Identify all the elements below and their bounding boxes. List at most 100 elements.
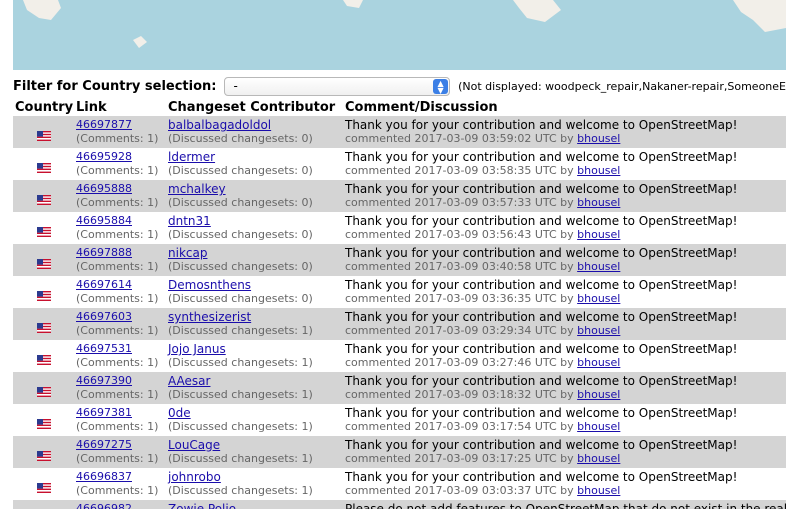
comment-meta: commented 2017-03-09 03:29:34 UTC by bho… [345, 324, 737, 338]
changeset-link[interactable]: 46697381 [76, 406, 158, 420]
contributor-link[interactable]: 0de [168, 406, 313, 420]
comment-cell: Thank you for your contribution and welc… [345, 118, 737, 146]
comments-count: (Comments: 1) [76, 260, 159, 273]
comment-cell: Please do not add features to OpenStreet… [345, 502, 786, 509]
us-flag-icon [37, 190, 51, 205]
changeset-cell: 46697531 (Comments: 1) [76, 342, 158, 370]
changeset-link[interactable]: 46697390 [76, 374, 158, 388]
commenter-link[interactable]: bhousel [577, 132, 620, 145]
contributor-link[interactable]: Demosnthens [168, 278, 313, 292]
us-flag-icon [37, 478, 51, 493]
changeset-link[interactable]: 46697603 [76, 310, 158, 324]
changeset-link[interactable]: 46696837 [76, 470, 158, 484]
comment-timestamp: commented 2017-03-09 03:59:02 UTC by [345, 132, 574, 145]
comment-timestamp: commented 2017-03-09 03:56:43 UTC by [345, 228, 574, 241]
table-header: Country Link Changeset Contributor Comme… [13, 100, 786, 116]
comments-count: (Comments: 1) [76, 420, 159, 433]
comment-timestamp: commented 2017-03-09 03:36:35 UTC by [345, 292, 574, 305]
changeset-link[interactable]: 46695928 [76, 150, 158, 164]
table-row: 46697603 (Comments: 1) synthesizerist (Disc… [13, 308, 786, 340]
comment-meta: commented 2017-03-09 03:40:58 UTC by bho… [345, 260, 737, 274]
comment-text: Thank you for your contribution and welc… [345, 150, 738, 164]
changeset-cell: 46696982(Comments: 1) [76, 502, 158, 509]
comment-meta: commented 2017-03-09 03:36:35 UTC by bho… [345, 292, 737, 306]
comment-meta: commented 2017-03-09 03:17:25 UTC by bho… [345, 452, 737, 466]
contributor-cell: Demosnthens (Discussed changesets: 0) [168, 278, 313, 306]
contributor-link[interactable]: nikcap [168, 246, 313, 260]
changeset-link[interactable]: 46697531 [76, 342, 158, 356]
contributor-link[interactable]: johnrobo [168, 470, 313, 484]
country-select-value: - [233, 78, 238, 93]
changeset-cell: 46695884 (Comments: 1) [76, 214, 158, 242]
commenter-link[interactable]: bhousel [577, 228, 620, 241]
map-view[interactable] [13, 0, 786, 70]
changeset-link[interactable]: 46697877 [76, 118, 158, 132]
discussed-count: (Discussed changesets: 0) [168, 132, 313, 145]
commenter-link[interactable]: bhousel [577, 196, 620, 209]
contributor-link[interactable]: mchalkey [168, 182, 313, 196]
commenter-link[interactable]: bhousel [577, 452, 620, 465]
select-arrows-icon: ▲ ▼ [433, 78, 449, 94]
changeset-link[interactable]: 46695888 [76, 182, 158, 196]
changeset-cell: 46697603 (Comments: 1) [76, 310, 158, 338]
table-row: 46697275 (Comments: 1) LouCage (Discussed c… [13, 436, 786, 468]
country-select[interactable]: - ▲ ▼ [224, 76, 451, 96]
contributor-link[interactable]: AAesar [168, 374, 313, 388]
table-row: 46696837 (Comments: 1) johnrobo (Discussed … [13, 468, 786, 500]
table-row: 46697888 (Comments: 1) nikcap (Discussed ch… [13, 244, 786, 276]
commenter-link[interactable]: bhousel [577, 356, 620, 369]
comment-text: Thank you for your contribution and welc… [345, 374, 738, 388]
discussed-count: (Discussed changesets: 0) [168, 260, 313, 273]
comment-meta: commented 2017-03-09 03:57:33 UTC by bho… [345, 196, 737, 210]
changeset-link[interactable]: 46697275 [76, 438, 158, 452]
contributor-link[interactable]: ldermer [168, 150, 313, 164]
comment-timestamp: commented 2017-03-09 03:18:32 UTC by [345, 388, 574, 401]
changeset-cell: 46695928 (Comments: 1) [76, 150, 158, 178]
contributor-cell: Jojo Janus (Discussed changesets: 1) [168, 342, 313, 370]
us-flag-icon [37, 286, 51, 301]
changeset-table: 46697877 (Comments: 1) balbalbagadoldol (Di… [13, 116, 786, 509]
comment-text: Thank you for your contribution and welc… [345, 470, 738, 484]
discussed-count: (Discussed changesets: 0) [168, 292, 313, 305]
commenter-link[interactable]: bhousel [577, 484, 620, 497]
map-tiles [13, 0, 786, 70]
us-flag-icon [37, 318, 51, 333]
changeset-link[interactable]: 46697614 [76, 278, 158, 292]
table-row: 46697381 (Comments: 1) 0de (Discussed chang… [13, 404, 786, 436]
commenter-link[interactable]: bhousel [577, 260, 620, 273]
contributor-link[interactable]: Jojo Janus [168, 342, 313, 356]
comment-meta: commented 2017-03-09 03:03:37 UTC by bho… [345, 484, 737, 498]
table-row: 46697877 (Comments: 1) balbalbagadoldol (Di… [13, 116, 786, 148]
commenter-link[interactable]: bhousel [577, 388, 620, 401]
contributor-link[interactable]: dntn31 [168, 214, 313, 228]
contributor-link[interactable]: Zowie Polio [168, 502, 313, 509]
comments-count: (Comments: 1) [76, 324, 159, 337]
comment-text: Thank you for your contribution and welc… [345, 214, 738, 228]
changeset-link[interactable]: 46697888 [76, 246, 158, 260]
contributor-link[interactable]: LouCage [168, 438, 313, 452]
changeset-cell: 46697877 (Comments: 1) [76, 118, 158, 146]
discussed-count: (Discussed changesets: 1) [168, 356, 313, 369]
contributor-cell: 0de (Discussed changesets: 1) [168, 406, 313, 434]
commenter-link[interactable]: bhousel [577, 420, 620, 433]
contributor-link[interactable]: synthesizerist [168, 310, 313, 324]
comment-timestamp: commented 2017-03-09 03:57:33 UTC by [345, 196, 574, 209]
comments-count: (Comments: 1) [76, 196, 159, 209]
comment-meta: commented 2017-03-09 03:27:46 UTC by bho… [345, 356, 737, 370]
commenter-link[interactable]: bhousel [577, 164, 620, 177]
discussed-count: (Discussed changesets: 0) [168, 228, 313, 241]
commenter-link[interactable]: bhousel [577, 324, 620, 337]
commenter-link[interactable]: bhousel [577, 292, 620, 305]
comment-timestamp: commented 2017-03-09 03:58:35 UTC by [345, 164, 574, 177]
discussed-count: (Discussed changesets: 1) [168, 452, 313, 465]
contributor-link[interactable]: balbalbagadoldol [168, 118, 313, 132]
comment-text: Thank you for your contribution and welc… [345, 310, 738, 324]
changeset-link[interactable]: 46696982 [76, 502, 158, 509]
changeset-link[interactable]: 46695884 [76, 214, 158, 228]
comment-timestamp: commented 2017-03-09 03:27:46 UTC by [345, 356, 574, 369]
column-header-link: Link [76, 100, 107, 115]
comment-timestamp: commented 2017-03-09 03:40:58 UTC by [345, 260, 574, 273]
comment-cell: Thank you for your contribution and welc… [345, 406, 737, 434]
table-row: 46695884 (Comments: 1) dntn31 (Discussed ch… [13, 212, 786, 244]
contributor-cell: johnrobo (Discussed changesets: 1) [168, 470, 313, 498]
